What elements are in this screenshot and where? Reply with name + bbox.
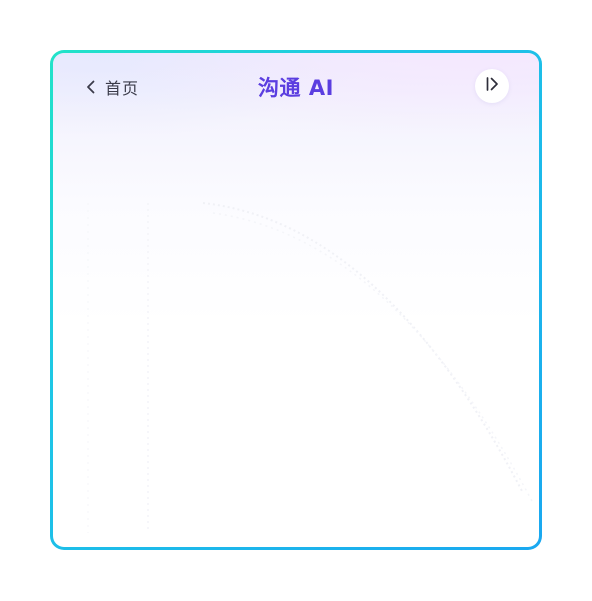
collapse-panel-button[interactable] — [475, 69, 509, 103]
ai-chat-panel: 首页 沟通 AI — [53, 53, 539, 547]
background-decoration — [87, 202, 534, 533]
page-title: 沟通 AI — [258, 76, 334, 100]
ai-chat-window-frame: 首页 沟通 AI — [50, 50, 542, 550]
header-bar: 首页 沟通 AI — [53, 53, 539, 121]
collapse-right-icon — [483, 75, 501, 97]
